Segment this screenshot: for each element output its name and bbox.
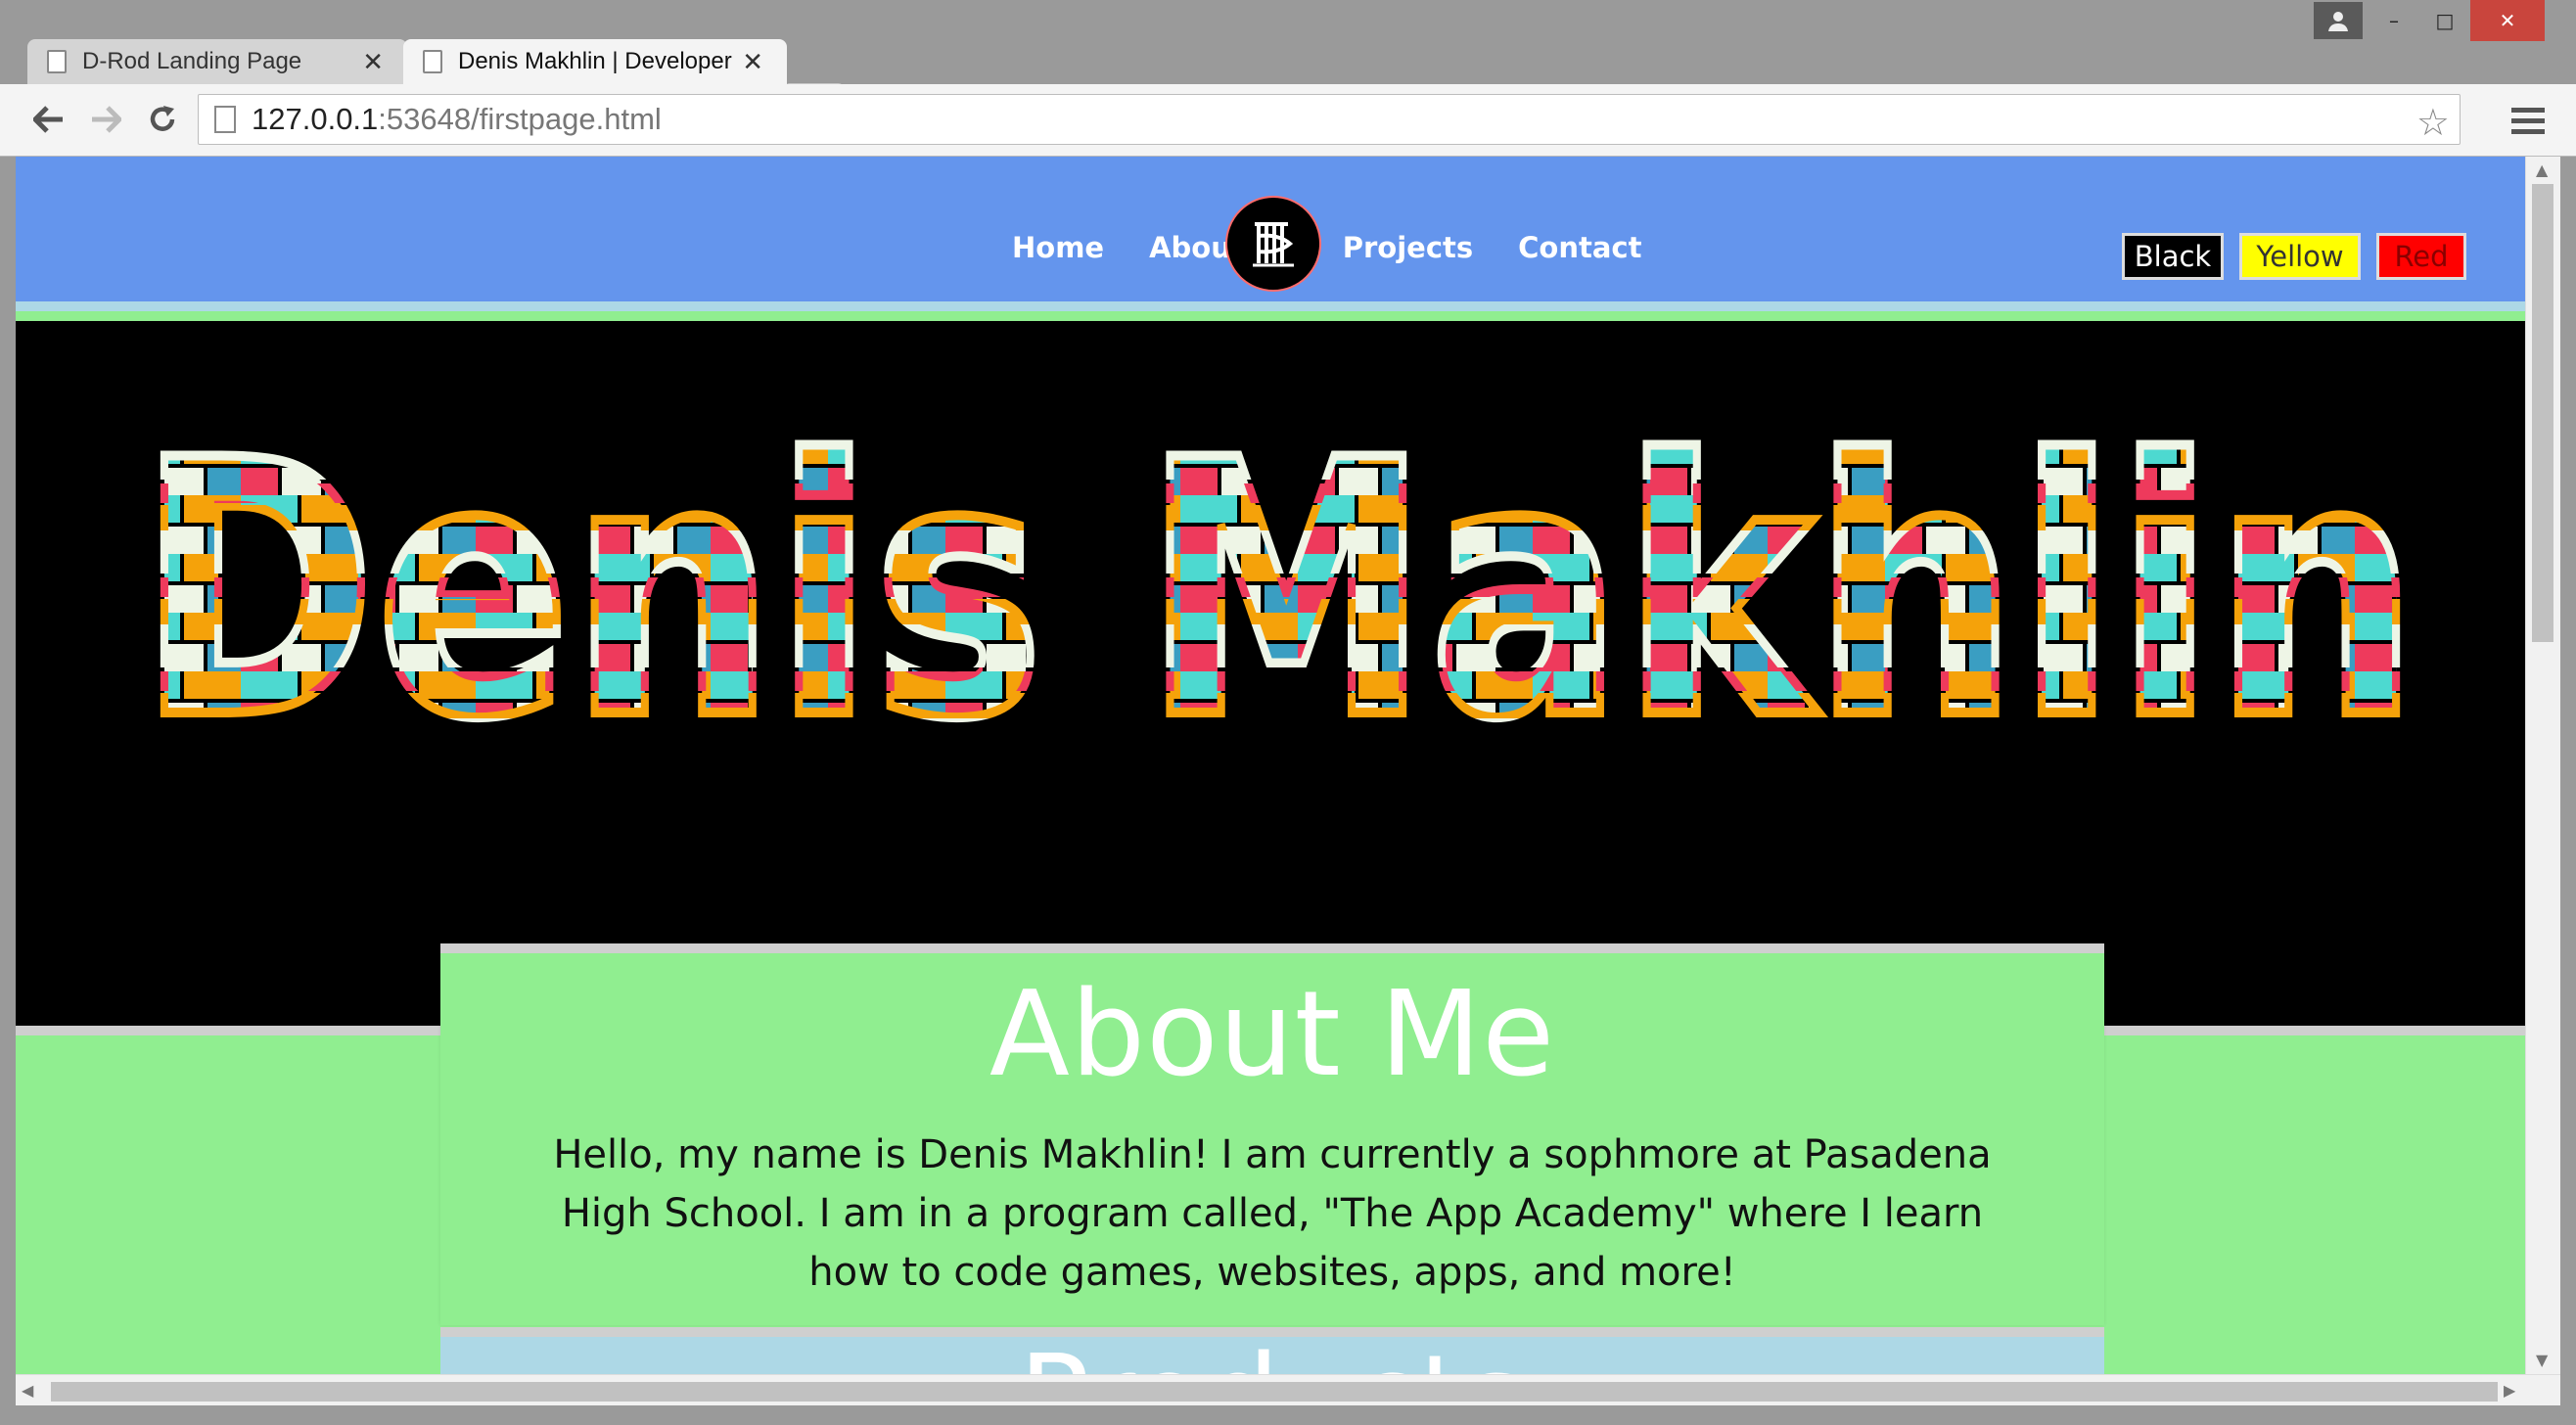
- nav-contact[interactable]: Contact: [1518, 231, 1641, 264]
- theme-black-button[interactable]: Black: [2122, 233, 2224, 280]
- scroll-up-icon[interactable]: ▲: [2536, 161, 2548, 179]
- browser-window: – □ ✕ D-Rod Landing Page ✕ Denis Makhlin…: [0, 0, 2576, 1425]
- about-body: Hello, my name is Denis Makhlin! I am cu…: [553, 1132, 1992, 1295]
- scroll-right-icon[interactable]: ▶: [2504, 1381, 2515, 1400]
- nav-projects[interactable]: Projects: [1343, 231, 1473, 264]
- page-info-icon: [214, 106, 236, 133]
- address-bar[interactable]: 127.0.0.1:53648/firstpage.html ☆: [198, 94, 2461, 145]
- back-arrow-icon[interactable]: [29, 100, 69, 139]
- tab-denis-makhlin[interactable]: Denis Makhlin | Developer ✕: [403, 39, 787, 84]
- nav-links: Home About Projects Contact: [1012, 231, 1686, 264]
- tab-d-rod-landing[interactable]: D-Rod Landing Page ✕: [27, 39, 407, 84]
- site-navbar: Home About Projects Contact Black Yellow…: [16, 157, 2525, 311]
- close-tab-icon[interactable]: ✕: [362, 47, 384, 77]
- user-profile-button[interactable]: [2314, 2, 2363, 39]
- hero-title-text: Denis Makhlin: [138, 437, 2418, 750]
- scroll-left-icon[interactable]: ◀: [22, 1381, 33, 1400]
- vertical-scroll-thumb[interactable]: [2532, 184, 2553, 642]
- close-tab-icon[interactable]: ✕: [742, 47, 763, 77]
- vertical-scrollbar[interactable]: ▲ ▼: [2525, 157, 2560, 1374]
- projects-section: Products: [440, 1327, 2104, 1374]
- about-section: About Me Hello, my name is Denis Makhlin…: [440, 943, 2104, 1325]
- url-path: :53648/firstpage.html: [378, 102, 662, 136]
- theme-yellow-button[interactable]: Yellow: [2239, 233, 2361, 280]
- hamburger-menu-icon[interactable]: [2511, 108, 2545, 140]
- about-heading: About Me: [989, 967, 1556, 1103]
- scroll-down-icon[interactable]: ▼: [2536, 1351, 2548, 1369]
- tab-title: Denis Makhlin | Developer: [458, 48, 732, 74]
- dm-monogram-logo: [1253, 222, 1294, 267]
- tab-title: D-Rod Landing Page: [82, 48, 302, 74]
- site-logo[interactable]: [1225, 196, 1321, 292]
- hero-banner: Denis Makhlin: [16, 321, 2525, 1035]
- hero-title-graphic: Denis Makhlin: [133, 437, 2423, 750]
- user-icon: [2328, 12, 2348, 31]
- page-viewport: Home About Projects Contact Black Yellow…: [16, 157, 2525, 1374]
- tab-strip: D-Rod Landing Page ✕ Denis Makhlin | Dev…: [0, 35, 2576, 114]
- bookmark-star-icon[interactable]: ☆: [2416, 101, 2450, 145]
- url-host: 127.0.0.1: [252, 102, 379, 136]
- browser-toolbar: 127.0.0.1:53648/firstpage.html ☆: [0, 84, 2576, 157]
- horizontal-scroll-thumb[interactable]: [51, 1382, 2498, 1402]
- reload-icon[interactable]: [143, 100, 182, 139]
- theme-buttons: Black Yellow Red: [2122, 233, 2482, 280]
- nav-home[interactable]: Home: [1012, 231, 1104, 264]
- horizontal-scrollbar[interactable]: ◀ ▶: [16, 1374, 2560, 1405]
- projects-heading: Products: [440, 1341, 2104, 1375]
- page-icon: [423, 50, 442, 73]
- page-icon: [47, 50, 67, 73]
- forward-arrow-icon[interactable]: [86, 100, 125, 139]
- theme-red-button[interactable]: Red: [2376, 233, 2466, 280]
